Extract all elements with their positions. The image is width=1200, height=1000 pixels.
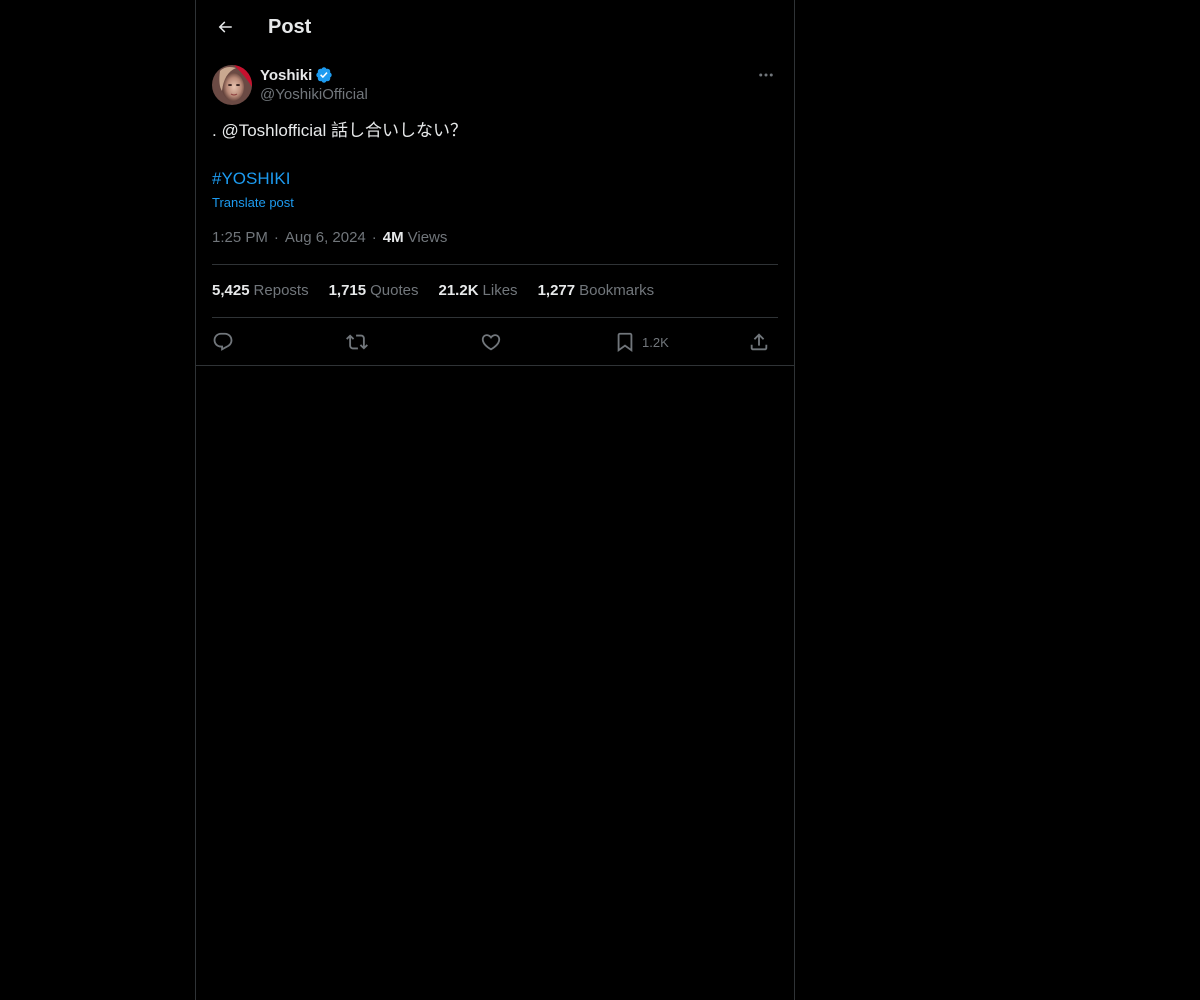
bookmark-button[interactable]: 1.2K [614, 328, 669, 356]
top-bar: Post [196, 0, 794, 53]
arrow-left-icon [216, 18, 234, 36]
translate-post-link[interactable]: Translate post [212, 195, 294, 210]
avatar[interactable] [212, 65, 252, 105]
stat-reposts[interactable]: 5,425 Reposts [212, 282, 309, 299]
divider [196, 365, 794, 366]
author-handle[interactable]: @YoshikiOfficial [260, 86, 368, 103]
more-options-button[interactable] [754, 65, 778, 85]
like-button[interactable] [480, 328, 502, 356]
divider [212, 264, 778, 265]
meta-separator: · [273, 229, 279, 246]
post-stats: 5,425 Reposts 1,715 Quotes 21.2K Likes 1,27… [212, 282, 674, 299]
heart-icon [480, 331, 502, 353]
display-name-row: Yoshiki [260, 65, 333, 85]
bookmark-icon [614, 331, 636, 353]
stat-likes[interactable]: 21.2K Likes [439, 282, 518, 299]
stat-label: Likes [482, 282, 518, 299]
more-horizontal-icon [757, 66, 775, 84]
views-count: 4M [382, 229, 404, 246]
post-text: . @Toshlofficial 話し合いしない？ [212, 121, 467, 140]
repost-icon [346, 331, 368, 353]
stat-count: 1,715 [328, 282, 367, 299]
views-label: Views [407, 229, 448, 246]
reply-button[interactable] [212, 328, 234, 356]
stat-count: 5,425 [212, 282, 250, 299]
post-date[interactable]: Aug 6, 2024 [285, 229, 366, 246]
back-button[interactable] [208, 10, 242, 44]
meta-separator: · [371, 229, 377, 246]
stat-label: Reposts [253, 282, 309, 299]
verified-badge-icon [315, 66, 333, 84]
page-title: Post [268, 16, 312, 38]
display-name[interactable]: Yoshiki [260, 67, 312, 84]
stat-label: Bookmarks [579, 282, 655, 299]
post-actions: 1.2K [212, 328, 778, 356]
stat-count: 21.2K [438, 282, 479, 299]
stat-bookmarks[interactable]: 1,277 Bookmarks [538, 282, 655, 299]
divider [212, 317, 778, 318]
repost-button[interactable] [346, 328, 368, 356]
hashtag-link[interactable]: #YOSHIKI [212, 167, 290, 191]
post-meta: 1:25 PM · Aug 6, 2024 · 4M Views [212, 229, 447, 246]
share-icon [748, 331, 770, 353]
stat-count: 1,277 [537, 282, 576, 299]
bookmark-count: 1.2K [642, 334, 669, 350]
reply-icon [212, 331, 234, 353]
post-time[interactable]: 1:25 PM [212, 229, 268, 246]
main-column: Post Yoshiki @YoshikiOfficial . @Toshlof… [195, 0, 795, 1000]
stat-quotes[interactable]: 1,715 Quotes [329, 282, 419, 299]
post-author: Yoshiki @YoshikiOfficial [212, 65, 778, 107]
share-button[interactable] [748, 328, 770, 356]
stat-label: Quotes [370, 282, 419, 299]
